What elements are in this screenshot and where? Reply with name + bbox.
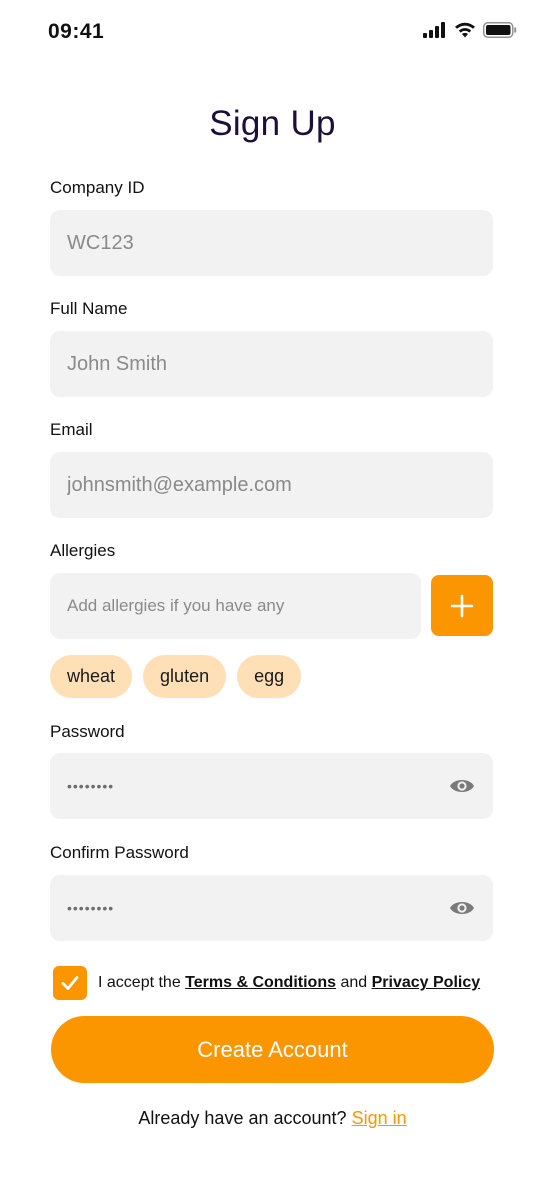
full-name-field[interactable] bbox=[50, 331, 493, 397]
allergy-chip-egg[interactable]: egg bbox=[237, 655, 302, 698]
page-title: Sign Up bbox=[209, 104, 336, 143]
confirm-password-field[interactable]: •••••••• bbox=[50, 875, 493, 941]
password-value: •••••••• bbox=[67, 778, 115, 794]
checkmark-icon bbox=[61, 976, 79, 990]
create-account-button[interactable]: Create Account bbox=[51, 1016, 494, 1083]
signin-row: Already have an account? Sign in bbox=[0, 1108, 545, 1129]
password-label: Password bbox=[50, 722, 125, 741]
full-name-label: Full Name bbox=[50, 299, 128, 318]
status-icons bbox=[423, 22, 517, 38]
confirm-password-value: •••••••• bbox=[67, 900, 115, 916]
terms-checkbox[interactable] bbox=[53, 966, 87, 1000]
signin-link[interactable]: Sign in bbox=[352, 1108, 407, 1128]
company-id-input[interactable] bbox=[67, 231, 493, 255]
company-id-field[interactable] bbox=[50, 210, 493, 276]
plus-icon bbox=[450, 594, 474, 617]
add-allergy-button[interactable] bbox=[431, 575, 493, 636]
password-field[interactable]: •••••••• bbox=[50, 753, 493, 819]
terms-conditions-link[interactable]: Terms & Conditions bbox=[185, 974, 336, 991]
terms-text: I accept the Terms & Conditions and Priv… bbox=[98, 974, 480, 992]
eye-icon[interactable] bbox=[449, 896, 475, 920]
allergy-chip-gluten[interactable]: gluten bbox=[143, 655, 227, 698]
allergies-label: Allergies bbox=[50, 541, 116, 560]
wifi-icon bbox=[455, 22, 475, 38]
email-field[interactable] bbox=[50, 452, 493, 518]
status-time: 09:41 bbox=[48, 20, 105, 43]
signin-prompt: Already have an account? bbox=[138, 1108, 347, 1128]
privacy-policy-link[interactable]: Privacy Policy bbox=[372, 974, 481, 991]
full-name-input[interactable] bbox=[67, 352, 493, 376]
email-label: Email bbox=[50, 420, 93, 439]
terms-prefix: I accept the bbox=[98, 974, 181, 991]
terms-row: I accept the Terms & Conditions and Priv… bbox=[53, 966, 480, 1000]
confirm-password-label: Confirm Password bbox=[50, 843, 189, 862]
company-id-label: Company ID bbox=[50, 178, 145, 197]
allergy-chips: wheat gluten egg bbox=[50, 655, 302, 698]
allergies-input[interactable] bbox=[67, 596, 421, 616]
allergies-field[interactable] bbox=[50, 573, 421, 639]
status-bar: 09:41 bbox=[0, 0, 545, 64]
cellular-signal-icon bbox=[423, 22, 445, 38]
eye-icon[interactable] bbox=[449, 774, 475, 798]
allergy-chip-wheat[interactable]: wheat bbox=[50, 655, 133, 698]
email-input[interactable] bbox=[67, 473, 493, 497]
battery-icon bbox=[483, 22, 517, 38]
terms-and: and bbox=[340, 974, 368, 991]
